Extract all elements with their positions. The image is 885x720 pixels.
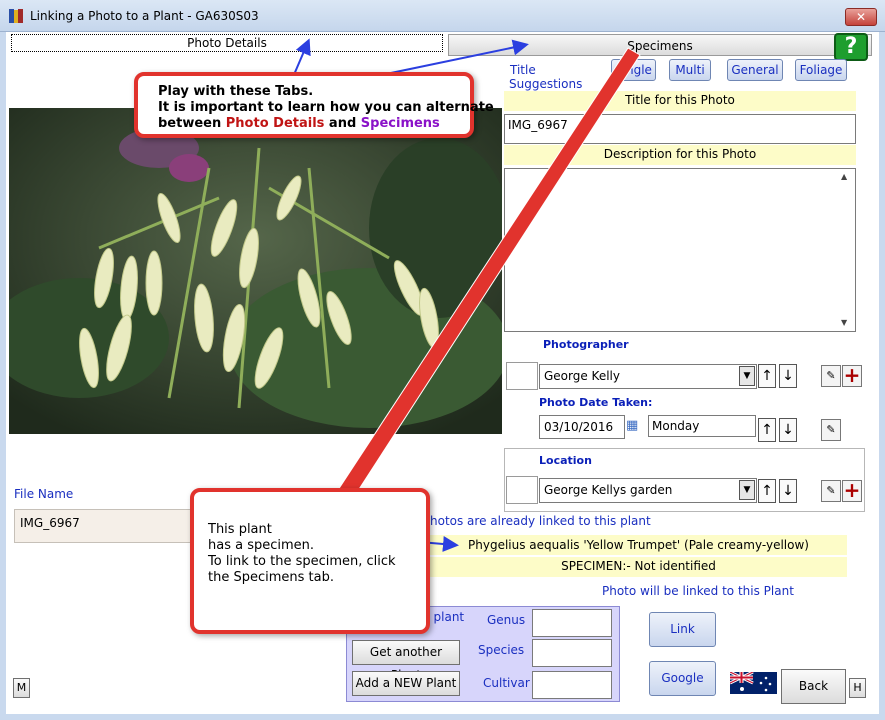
tab-photo-details[interactable]: Photo Details [11,34,443,52]
location-up-button[interactable]: ↑ [758,479,776,503]
species-label: Species [478,643,525,657]
photographer-down-button[interactable]: ↓ [779,364,797,388]
cultivar-input[interactable] [532,671,612,699]
link-button[interactable]: Link [649,612,716,647]
app-icon [9,9,23,23]
tabs-callout-photo-details: Photo Details [225,116,325,131]
date-down-button[interactable]: ↓ [779,418,797,442]
photographer-add-icon[interactable]: + [842,365,862,387]
h-button[interactable]: H [849,678,866,698]
description-header: Description for this Photo [504,145,856,165]
plant-panel-title: t plant [425,610,465,624]
get-another-plant-button[interactable]: Get another Plant [352,640,460,682]
file-name-label: File Name [14,487,74,501]
location-value: George Kellys garden [544,483,673,497]
window-frame-left [0,32,6,720]
tabs-callout-line2: It is important to learn how you can alt… [158,100,494,115]
photos-already-linked-text: hotos are already linked to this plant [430,514,651,528]
help-button[interactable]: ? [834,33,868,61]
back-button[interactable]: Back [781,669,846,704]
location-add-icon[interactable]: + [842,480,862,502]
species-input[interactable] [532,639,612,667]
plant-photo [9,108,502,434]
photographer-label: Photographer [543,338,629,351]
date-up-button[interactable]: ↑ [758,418,776,442]
specimen-callout-line2: has a specimen. [208,538,315,553]
m-button[interactable]: M [13,678,30,698]
photo-date-label: Photo Date Taken: [539,396,653,409]
location-down-button[interactable]: ↓ [779,479,797,503]
location-label: Location [539,454,592,467]
location-select[interactable]: George Kellys garden [539,478,757,503]
window-frame-right [879,32,885,720]
tabs-callout-specimens: Specimens [360,116,440,131]
photo-day-value: Monday [648,415,756,437]
google-button[interactable]: Google [649,661,716,696]
specimen-callout-line4: the Specimens tab. [208,570,334,585]
tabs-callout-line3-prefix: between [158,116,226,131]
specimen-callout-line3: To link to the specimen, click [208,554,396,569]
title-header: Title for this Photo [504,91,856,111]
cultivar-label: Cultivar [483,676,530,690]
plant-photo-image [9,108,502,434]
general-button[interactable]: General [727,59,783,81]
photographer-swatch [506,362,538,390]
title-suggestions-label-line2: Suggestions [509,77,583,91]
photographer-edit-icon[interactable]: ✎ [821,365,841,387]
location-dropdown-icon[interactable]: ▼ [739,480,755,500]
location-swatch [506,476,538,504]
tab-specimens[interactable]: Specimens [448,34,872,56]
genus-label: Genus [487,613,526,627]
photographer-dropdown-icon[interactable]: ▼ [739,366,755,386]
genus-input[interactable] [532,609,612,637]
title-input[interactable]: IMG_6967 [504,114,856,144]
specimen-status: SPECIMEN:- Not identified [430,557,847,577]
scroll-up-icon[interactable]: ▲ [841,172,847,181]
description-textarea[interactable] [504,168,856,332]
file-name-field: IMG_6967 [14,509,214,543]
title-suggestions-label-line1: Title [510,63,536,77]
photographer-select[interactable]: George Kelly [539,364,757,389]
tabs-callout-line3: between Photo Details and Specimens [158,116,440,132]
calendar-icon[interactable]: ▦ [626,418,638,433]
multi-button[interactable]: Multi [669,59,711,81]
date-edit-icon[interactable]: ✎ [821,419,841,441]
single-button[interactable]: Single [611,59,656,81]
photographer-up-button[interactable]: ↑ [758,364,776,388]
window-title: Linking a Photo to a Plant - GA630S03 [30,9,259,23]
foliage-button[interactable]: Foliage [795,59,847,81]
photographer-value: George Kelly [544,369,620,383]
linked-plant-name: Phygelius aequalis 'Yellow Trumpet' (Pal… [430,535,847,555]
will-be-linked-text: Photo will be linked to this Plant [602,584,794,598]
photo-date-input[interactable]: 03/10/2016 [539,415,625,439]
add-new-plant-button[interactable]: Add a NEW Plant [352,671,460,696]
location-edit-icon[interactable]: ✎ [821,480,841,502]
tabs-callout-line3-mid: and [324,116,361,131]
specimen-callout-line1: This plant [208,522,272,537]
tabs-callout-line1: Play with these Tabs. [158,84,314,99]
window-frame-bottom [0,714,885,720]
close-button[interactable]: ✕ [845,8,877,26]
scroll-down-icon[interactable]: ▼ [841,318,847,327]
australia-flag-icon [730,672,777,694]
